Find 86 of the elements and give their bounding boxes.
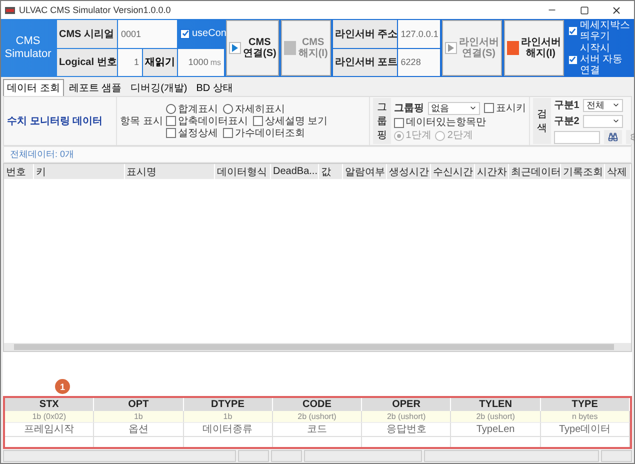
table-cell: TypeLen bbox=[451, 422, 541, 436]
field-label: 라인서버 포트 bbox=[332, 48, 397, 76]
check-icon bbox=[569, 56, 576, 63]
interval-field[interactable]: 1000 ms bbox=[178, 48, 224, 76]
column-header[interactable]: 표시명 bbox=[124, 164, 215, 179]
column-header: STX bbox=[5, 398, 94, 411]
stop-icon bbox=[284, 41, 296, 55]
checkbox[interactable]: 압축데이터표시 bbox=[166, 116, 248, 126]
column-header[interactable]: 키 bbox=[34, 164, 124, 179]
column-header[interactable]: 삭제 bbox=[605, 164, 631, 179]
column-header[interactable]: 수신시간 bbox=[431, 164, 475, 179]
column-header[interactable]: DeadBa... bbox=[271, 164, 319, 179]
option-checkbox[interactable]: 메세지박스 띄우기 bbox=[568, 20, 632, 42]
check-icon bbox=[569, 28, 576, 34]
play-icon bbox=[444, 42, 457, 54]
field-label: CMS 시리얼 bbox=[57, 20, 117, 48]
search-field[interactable] bbox=[554, 130, 600, 144]
table-cell: 코드 bbox=[272, 422, 362, 436]
field-label: 라인서버 주소 bbox=[332, 20, 397, 48]
checkbox[interactable]: 데이터있는항목만 bbox=[394, 117, 486, 128]
column-header: DTYPE bbox=[184, 398, 273, 411]
serial-field[interactable]: 0001 bbox=[118, 20, 177, 48]
display-label: 항목 표시 bbox=[120, 115, 163, 128]
connect-button[interactable]: CMS 연결(S) bbox=[226, 20, 280, 76]
grouping-label: 그룹핑 bbox=[394, 102, 424, 115]
radio-button[interactable]: 자세히표시 bbox=[222, 104, 285, 114]
option-checkbox[interactable]: 시작시 서버 자동 연결 bbox=[568, 43, 632, 76]
column-header[interactable]: 기록조회 bbox=[561, 164, 605, 179]
checkbox[interactable]: 상세설명 보기 bbox=[252, 116, 328, 126]
server-field[interactable]: 127.0.0.1 bbox=[398, 20, 440, 48]
tab[interactable]: 데이터 조회 bbox=[3, 79, 64, 96]
disconnect-button[interactable]: 라인서버 해지(I) bbox=[504, 20, 564, 76]
table-cell: 1b bbox=[94, 411, 184, 422]
filter-select[interactable]: 전체 bbox=[583, 98, 624, 112]
table-cell: 1b (0x02) bbox=[5, 411, 94, 422]
table-cell: 옵션 bbox=[94, 422, 184, 436]
window-title: ULVAC CMS Simulator Version1.0.0.0 bbox=[19, 5, 172, 15]
filter-label: 구분1 bbox=[554, 99, 580, 112]
play-icon bbox=[229, 42, 241, 54]
table-cell: 2b (ushort) bbox=[272, 411, 362, 422]
column-header[interactable]: 데이터형식 bbox=[215, 164, 271, 179]
logo-text: Simulator bbox=[4, 48, 52, 61]
grouping-button[interactable]: 그룹핑 bbox=[372, 98, 391, 144]
column-header: TYPE bbox=[540, 398, 630, 411]
table-cell: 응답번호 bbox=[362, 422, 452, 436]
column-header[interactable]: 시간차 bbox=[475, 164, 509, 179]
reread-button[interactable]: 재읽기 bbox=[143, 48, 177, 76]
close-icon bbox=[610, 4, 622, 16]
table-cell: 데이터종류 bbox=[184, 422, 273, 436]
checkbox[interactable]: 표시키 bbox=[484, 102, 526, 114]
column-header[interactable]: 생성시간 bbox=[387, 164, 431, 179]
maximize-icon bbox=[580, 6, 588, 14]
logo-text: CMS bbox=[16, 35, 40, 48]
column-header: OPT bbox=[94, 398, 184, 411]
column-header: TYLEN bbox=[451, 398, 541, 411]
section-title: 수치 모니터링 데이터 bbox=[7, 115, 104, 128]
use-con-checkbox[interactable]: useCon bbox=[180, 28, 226, 40]
table-cell: 1b bbox=[184, 411, 273, 422]
server-field[interactable]: 6228 bbox=[398, 48, 440, 76]
search-button[interactable]: 검색 bbox=[532, 98, 551, 144]
table-cell: 2b (ushort) bbox=[451, 411, 541, 422]
table-cell: 프레임시작 bbox=[5, 422, 94, 436]
column-header[interactable]: 값 bbox=[319, 164, 343, 179]
caret-icon bbox=[468, 104, 477, 112]
check-icon bbox=[182, 30, 188, 38]
column-header[interactable]: 번호 bbox=[4, 164, 34, 179]
table-cell: n bytes bbox=[540, 411, 630, 422]
column-header[interactable]: 최근데이터 bbox=[509, 164, 561, 179]
table-cell: Type데이터 bbox=[540, 422, 630, 436]
binoculars-icon[interactable] bbox=[604, 130, 622, 144]
logical-number-field[interactable]: 1 bbox=[118, 48, 142, 76]
column-header[interactable]: 알람여부 bbox=[343, 164, 387, 179]
column-header: OPER bbox=[362, 398, 452, 411]
table-cell: 2b (ushort) bbox=[362, 411, 452, 422]
filter-label: 구분2 bbox=[554, 115, 580, 128]
field-label: Logical 번호 bbox=[57, 48, 117, 76]
horizontal-scrollbar[interactable] bbox=[4, 343, 631, 351]
radio-button[interactable]: 합계표시 bbox=[166, 104, 218, 114]
annotation-badge: 1 bbox=[55, 379, 70, 394]
checkbox[interactable]: 가수데이터조회 bbox=[222, 128, 305, 138]
app-icon bbox=[5, 6, 15, 14]
data-count: 전체데이터: 0개 bbox=[3, 146, 632, 163]
grouping-select[interactable]: 없음 bbox=[428, 102, 480, 114]
column-header: CODE bbox=[272, 398, 362, 411]
stop-icon bbox=[506, 41, 519, 55]
checkbox[interactable]: 설정상세 bbox=[166, 128, 218, 138]
